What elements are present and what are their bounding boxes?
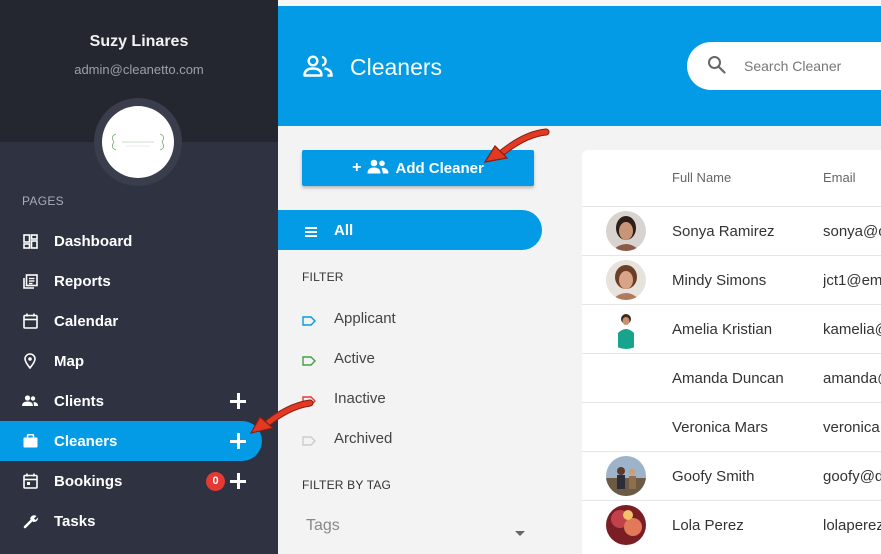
sidebar-item-label: Reports: [54, 272, 111, 290]
add-cleaner-label: Add Cleaner: [395, 159, 484, 177]
table-row[interactable]: Lola Perez lolaperez: [582, 500, 881, 549]
sidebar-item-clients[interactable]: Clients: [0, 381, 262, 421]
plus-sign: +: [352, 159, 362, 176]
add-booking-plus-icon[interactable]: [229, 472, 247, 490]
sidebar-item-label: Map: [54, 352, 84, 370]
sidebar-item-calendar[interactable]: Calendar: [0, 301, 262, 341]
sidebar-item-bookings[interactable]: Bookings 0: [0, 461, 262, 501]
cleaner-email: jct1@em: [823, 272, 881, 289]
people-icon: [21, 392, 39, 410]
table-row[interactable]: Goofy Smith goofy@d: [582, 451, 881, 500]
search-icon: [707, 55, 727, 80]
logo-icon: [112, 133, 164, 151]
filter-all[interactable]: All: [278, 210, 542, 250]
avatar: [606, 260, 646, 300]
avatar: [606, 456, 646, 496]
filter-label: Archived: [334, 429, 393, 447]
filter-label: Inactive: [334, 389, 386, 407]
cleaner-name: Lola Perez: [672, 517, 744, 534]
table-row[interactable]: Sonya Ramirez sonya@c: [582, 206, 881, 255]
cleaner-name: Veronica Mars: [672, 419, 768, 436]
annotation-arrow: [249, 399, 314, 434]
wrench-icon: [21, 512, 39, 530]
cleaner-name: Goofy Smith: [672, 468, 755, 485]
avatar: [606, 309, 646, 349]
filter-by-tag-heading: FILTER BY TAG: [302, 478, 392, 492]
user-email: admin@cleanetto.com: [74, 62, 204, 77]
pages-section-label: PAGES: [22, 194, 64, 208]
sidebar-item-reports[interactable]: Reports: [0, 261, 262, 301]
people-icon: [367, 159, 389, 178]
cleaners-table: Full Name Email Sonya Ramirez sonya@c Mi…: [582, 150, 881, 554]
table-row[interactable]: Mindy Simons jct1@em: [582, 255, 881, 304]
calendar-icon: [21, 472, 39, 490]
bookings-count-badge: 0: [206, 471, 225, 491]
column-header-full-name[interactable]: Full Name: [672, 170, 731, 185]
annotation-arrow: [483, 128, 550, 163]
page-title: Cleaners: [350, 54, 443, 80]
sidebar-item-dashboard[interactable]: Dashboard: [0, 221, 262, 261]
filter-heading: FILTER: [302, 270, 344, 284]
cleaner-email: sonya@c: [823, 223, 881, 240]
search-box[interactable]: [687, 42, 881, 90]
sidebar-item-label: Dashboard: [54, 232, 133, 250]
search-input[interactable]: [744, 55, 881, 77]
people-icon: [303, 55, 333, 82]
cleaner-email: goofy@d: [823, 468, 881, 485]
column-header-email[interactable]: Email: [823, 170, 856, 185]
tags-select[interactable]: Tags: [306, 517, 340, 535]
reports-icon: [21, 272, 39, 290]
list-icon: [305, 224, 317, 242]
cleaner-email: lolaperez: [823, 517, 881, 534]
sidebar: Suzy Linares admin@cleanetto.com PAGES D…: [0, 0, 278, 554]
filter-active[interactable]: Active: [302, 346, 375, 370]
cleaner-email: amanda@: [823, 370, 881, 387]
briefcase-icon: [21, 432, 39, 450]
sidebar-item-label: Clients: [54, 392, 105, 410]
sidebar-item-label: Tasks: [54, 512, 96, 530]
cleaner-name: Sonya Ramirez: [672, 223, 775, 240]
cleaner-email: veronica@: [823, 419, 881, 436]
map-pin-icon: [21, 352, 39, 370]
dashboard-icon: [21, 232, 39, 250]
cleaner-name: Amelia Kristian: [672, 321, 773, 338]
cleaner-email: kamelia@: [823, 321, 881, 338]
add-client-plus-icon[interactable]: [229, 392, 247, 410]
label-tag-icon: [302, 353, 316, 366]
page-header: Cleaners: [278, 6, 881, 126]
filter-label: Applicant: [334, 309, 396, 327]
table-row[interactable]: Amanda Duncan amanda@: [582, 353, 881, 402]
chevron-down-icon[interactable]: [515, 531, 525, 536]
avatar: [606, 211, 646, 251]
add-cleaner-plus-icon[interactable]: [229, 432, 247, 450]
sidebar-item-map[interactable]: Map: [0, 341, 262, 381]
sidebar-item-tasks[interactable]: Tasks: [0, 501, 262, 541]
user-name: Suzy Linares: [89, 33, 189, 50]
table-row[interactable]: Veronica Mars veronica@: [582, 402, 881, 451]
avatar: [606, 505, 646, 545]
label-tag-icon: [302, 313, 316, 326]
sidebar-item-label: Bookings: [54, 472, 123, 490]
cleaner-name: Amanda Duncan: [672, 370, 784, 387]
cleaner-name: Mindy Simons: [672, 272, 767, 289]
sidebar-item-label: Cleaners: [54, 432, 118, 450]
calendar-icon: [21, 312, 39, 330]
filter-all-label: All: [334, 221, 354, 239]
table-row[interactable]: Amelia Kristian kamelia@: [582, 304, 881, 353]
filter-label: Active: [334, 349, 375, 367]
filter-applicant[interactable]: Applicant: [302, 306, 396, 330]
company-logo-avatar[interactable]: [102, 106, 174, 178]
sidebar-item-cleaners[interactable]: Cleaners: [0, 421, 262, 461]
sidebar-item-label: Calendar: [54, 312, 119, 330]
